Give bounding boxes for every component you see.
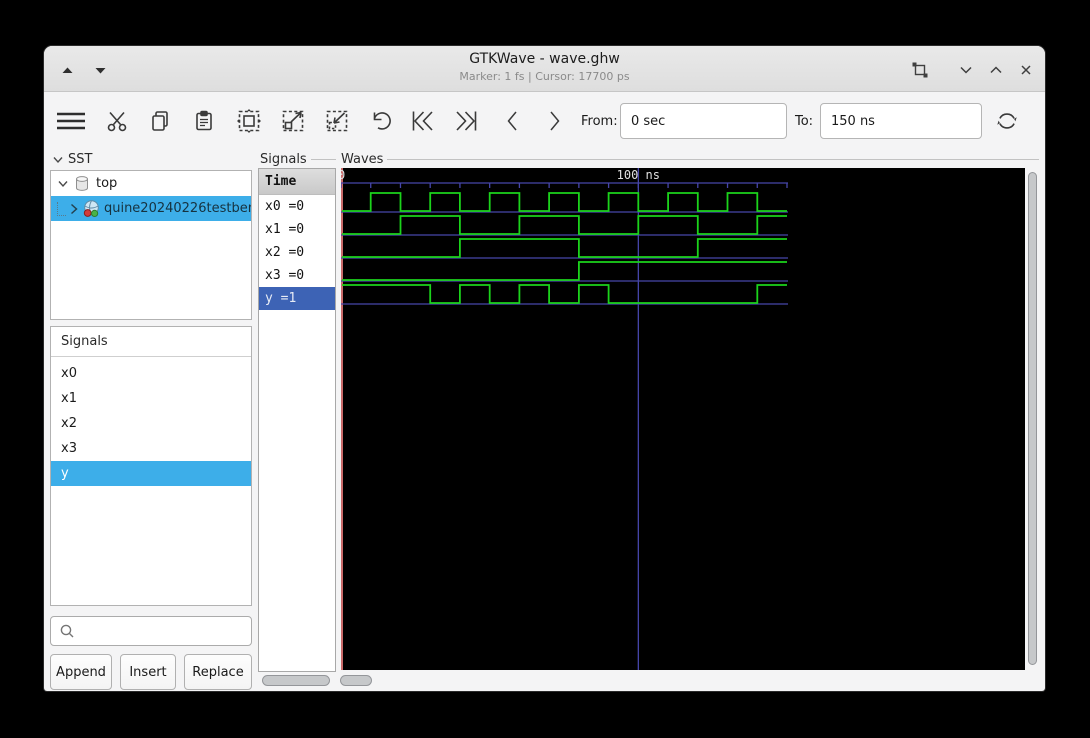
marker-cursor-status: Marker: 1 fs | Cursor: 17700 ps [459,70,630,83]
wave-names-frame-label: Signals [260,152,336,167]
replace-button-label: Replace [192,664,244,680]
time-header[interactable]: Time [259,169,335,195]
signal-item-label: x2 [61,416,77,431]
signal-item-x0[interactable]: x0 [51,361,251,386]
to-label: To: [795,114,814,129]
fullscreen-button[interactable] [910,60,930,80]
undo-icon [373,112,391,130]
frame-line [310,159,336,160]
gtkwave-window: GTKWave - wave.ghw Marker: 1 fs | Cursor… [44,46,1045,691]
signal-item-x2[interactable]: x2 [51,411,251,436]
maximize-button[interactable] [986,60,1006,80]
signal-item-label: x1 [61,391,77,406]
append-button-label: Append [56,664,106,680]
tree-item-label: top [96,176,118,191]
zoom-fit-icon [237,109,261,133]
replace-button[interactable]: Replace [184,654,252,690]
expander-right-icon [71,203,78,214]
window-title: GTKWave - wave.ghw [469,51,620,67]
minimize-button[interactable] [956,60,976,80]
signal-item-y[interactable]: y [51,461,251,486]
toolbar: From: To: [44,92,1045,150]
module-globe-icon [84,199,100,217]
undo-button[interactable] [365,107,395,135]
chevron-right-icon [550,111,560,131]
svg-text:100 ns: 100 ns [617,168,660,182]
to-input[interactable] [820,103,982,139]
wave-name-row-y[interactable]: y =1 [259,287,335,310]
zoom-fit-button[interactable] [234,107,264,135]
waves-frame-label: Waves [341,152,1039,167]
frame-line [387,159,1039,160]
chevron-left-icon [507,111,517,131]
reload-icon [997,113,1017,129]
wave-name-row-x2[interactable]: x2 =0 [259,241,335,264]
zoom-in-icon [282,110,304,132]
zoom-in-button[interactable] [278,107,308,135]
chevron-down-icon [960,66,972,74]
cut-button[interactable] [102,107,132,135]
copy-button[interactable] [145,107,175,135]
insert-button[interactable]: Insert [120,654,176,690]
signals-list-header: Signals [51,327,251,357]
hamburger-menu-icon [57,112,85,130]
chevron-down-icon [53,156,63,163]
names-hscrollbar-thumb[interactable] [262,675,330,686]
titlebar[interactable]: GTKWave - wave.ghw Marker: 1 fs | Cursor… [44,46,1045,92]
reload-button[interactable] [992,107,1022,135]
waves-vscrollbar-thumb[interactable] [1028,172,1037,665]
menu-button[interactable] [56,107,86,135]
tree-item-label: quine20240226testbenc [103,201,251,216]
svg-text:0: 0 [341,168,345,182]
signal-item-label: x0 [61,366,77,381]
waveform-plot: 0 100 ns [341,168,788,670]
waves-hscrollbar-thumb[interactable] [340,675,372,686]
wave-name-row-x1[interactable]: x1 =0 [259,218,335,241]
expander-down-icon [58,180,68,187]
wave-name-row-x3[interactable]: x3 =0 [259,264,335,287]
sst-label-text: SST [68,152,93,167]
sst-frame-label: SST [52,152,252,167]
wave-names-panel: Time x0 =0 x1 =0 x2 =0 x3 =0 y =1 [258,168,336,672]
signals-list-panel: Signals x0 x1 x2 x3 y [50,326,252,606]
wave-name-row-x0[interactable]: x0 =0 [259,195,335,218]
signal-item-label: x3 [61,441,77,456]
go-to-end-button[interactable] [451,107,481,135]
wave-names-label-text: Signals [260,152,307,167]
go-to-start-button[interactable] [408,107,438,135]
close-icon [1021,65,1031,75]
signal-item-label: y [61,466,69,481]
desktop: GTKWave - wave.ghw Marker: 1 fs | Cursor… [0,0,1090,738]
tree-item-testbench[interactable]: quine20240226testbenc [51,196,251,221]
signal-item-x3[interactable]: x3 [51,436,251,461]
database-cylinder-icon [76,176,88,191]
tree-item-top[interactable]: top [51,171,251,196]
zoom-out-button[interactable] [322,107,352,135]
skip-to-start-icon [412,111,433,131]
search-icon [60,624,74,638]
shift-right-button[interactable] [540,107,570,135]
signal-item-x1[interactable]: x1 [51,386,251,411]
paste-clipboard-icon [196,110,212,131]
fullscreen-toggle-icon [912,62,928,78]
copy-icon [152,111,168,131]
close-button[interactable] [1016,60,1036,80]
titlebar-text: GTKWave - wave.ghw Marker: 1 fs | Cursor… [44,51,1045,83]
insert-button-label: Insert [129,664,167,680]
shift-left-button[interactable] [497,107,527,135]
from-label: From: [581,114,618,129]
paste-button[interactable] [189,107,219,135]
sst-tree-panel: top quine20240226testbenc [50,170,252,320]
waveform-canvas[interactable]: 0 100 ns [341,168,1025,670]
waves-label-text: Waves [341,152,384,167]
from-input[interactable] [620,103,787,139]
signal-search-input[interactable] [50,616,252,646]
tree-guide-line [57,201,67,216]
skip-to-end-icon [456,111,477,131]
zoom-out-icon [326,110,348,132]
append-button[interactable]: Append [50,654,112,690]
scissors-icon [107,111,127,132]
chevron-up-icon [990,66,1002,74]
